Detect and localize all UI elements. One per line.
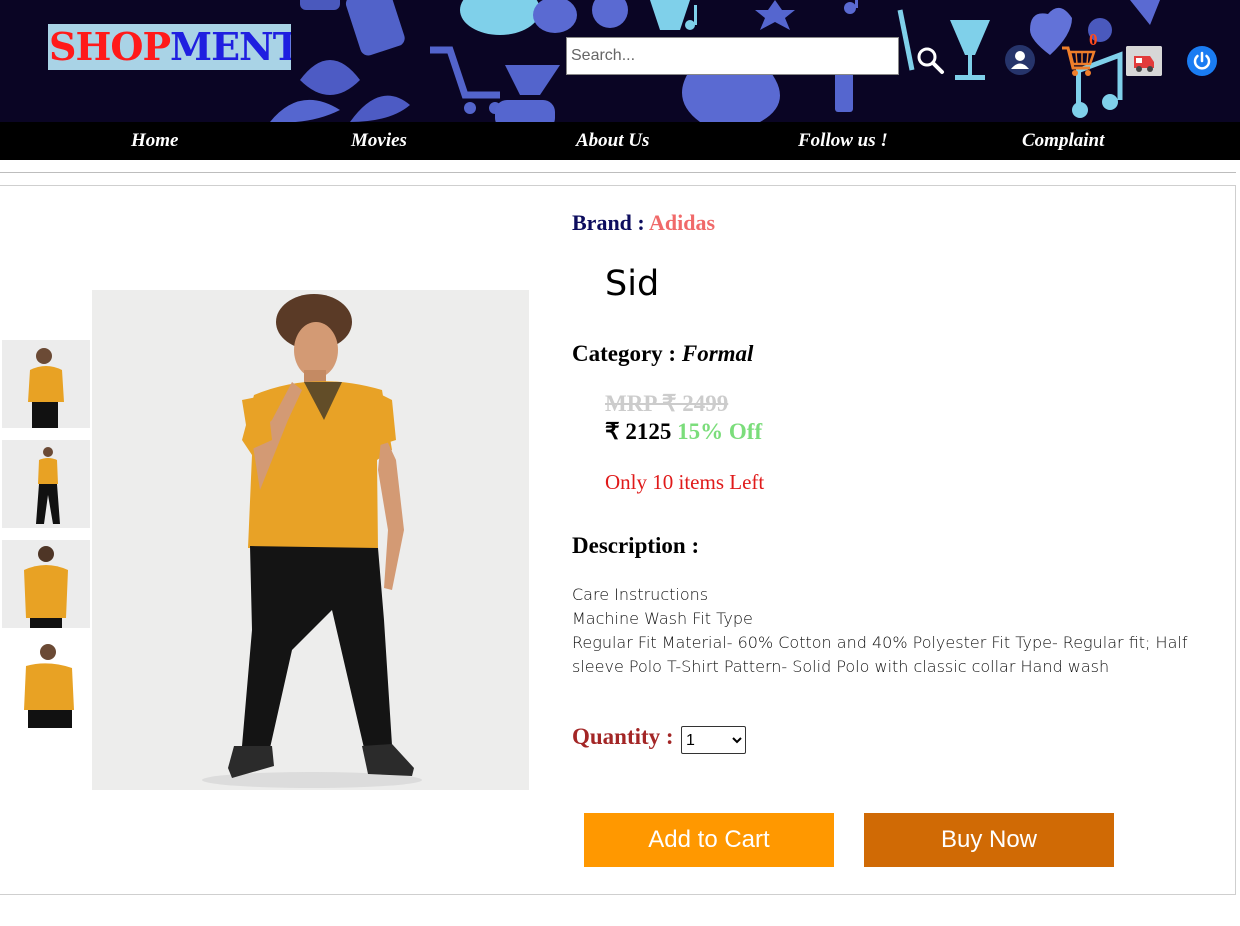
product-name: Sid — [605, 264, 660, 304]
quantity-select[interactable]: 1 — [681, 726, 746, 754]
orders-icon[interactable] — [1126, 46, 1162, 76]
quantity-label: Quantity : — [572, 724, 674, 749]
product-thumbnail-2[interactable] — [2, 440, 90, 528]
site-logo[interactable]: SHOPMENT — [48, 24, 291, 70]
price-line: ₹ 2125 15% Off — [605, 419, 762, 445]
logo-text-ment: MENT — [170, 24, 291, 69]
nav-item-about-us[interactable]: About Us — [576, 122, 649, 160]
main-nav: Home Movies About Us Follow us ! Complai… — [0, 122, 1240, 160]
brand-label: Brand : — [572, 210, 645, 235]
description-line: Machine Wash Fit Type — [572, 609, 753, 628]
product-thumbnail-1[interactable] — [2, 340, 90, 428]
power-icon[interactable] — [1187, 46, 1217, 76]
search-input[interactable] — [566, 37, 899, 75]
add-to-cart-button[interactable]: Add to Cart — [584, 813, 834, 867]
brand-value: Adidas — [649, 210, 716, 235]
discount-badge: 15% Off — [677, 419, 763, 444]
brand-line: Brand : Adidas — [572, 210, 715, 236]
site-header: SHOPMENT 0 — [0, 0, 1240, 122]
mrp-price: MRP ₹ 2499 — [605, 391, 729, 416]
thumbnail-image — [2, 540, 90, 628]
cart-count-badge: 0 — [1089, 30, 1098, 49]
nav-item-follow-us[interactable]: Follow us ! — [798, 122, 888, 160]
description-line: Care Instructions — [572, 585, 709, 604]
product-thumbnail-3[interactable] — [2, 540, 90, 628]
product-description: Care Instructions Machine Wash Fit Type … — [572, 583, 1212, 679]
nav-item-complaint[interactable]: Complaint — [1022, 122, 1104, 160]
logo-text-shop: SHOP — [49, 24, 171, 69]
user-icon[interactable] — [1005, 45, 1035, 75]
category-value: Formal — [681, 341, 754, 366]
selling-price: ₹ 2125 — [605, 419, 672, 444]
thumbnail-image — [2, 340, 90, 428]
search-icon[interactable] — [914, 44, 946, 76]
thumbnail-image — [2, 640, 90, 728]
model-illustration — [92, 290, 529, 790]
nav-item-movies[interactable]: Movies — [351, 122, 407, 160]
nav-item-home[interactable]: Home — [131, 122, 179, 160]
buy-now-button[interactable]: Buy Now — [864, 813, 1114, 867]
stock-status: Only 10 items Left — [605, 470, 765, 494]
thumbnail-image — [2, 440, 90, 528]
description-heading: Description : — [572, 533, 700, 558]
product-thumbnail-4[interactable] — [2, 640, 90, 728]
category-line: Category : Formal — [572, 341, 753, 367]
category-label: Category : — [572, 341, 677, 366]
description-line: Regular Fit Material- 60% Cotton and 40%… — [572, 633, 1188, 676]
divider — [0, 172, 1236, 173]
product-main-image — [92, 290, 529, 790]
